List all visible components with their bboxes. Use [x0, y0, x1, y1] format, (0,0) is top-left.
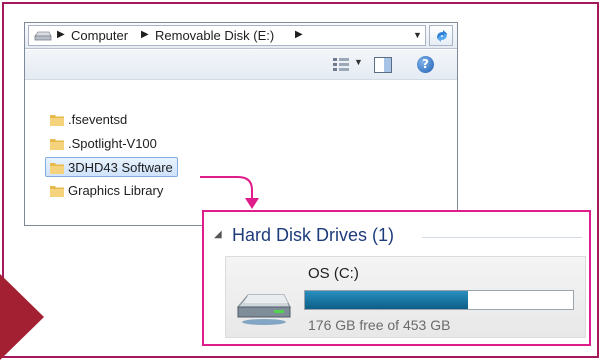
chevron-down-icon[interactable]: ▼ [413, 30, 422, 40]
drive-free-space: 176 GB free of 453 GB [308, 317, 451, 333]
list-item-selected[interactable]: 3DHD43 Software [45, 157, 178, 177]
folder-icon [50, 115, 64, 126]
list-item[interactable]: Graphics Library [46, 181, 167, 201]
views-dropdown-icon[interactable]: ▼ [354, 57, 363, 67]
hdd-group-header[interactable]: ◢ Hard Disk Drives (1) [214, 225, 584, 247]
folder-icon [50, 186, 64, 197]
preview-pane-icon[interactable] [374, 57, 392, 73]
drive-usage-fill [305, 291, 469, 309]
red-arrow-shape [0, 274, 44, 360]
hdd-group-title: Hard Disk Drives (1) [232, 225, 395, 245]
header-divider [422, 237, 582, 238]
explorer-window: ▶ Computer ▶ Removable Disk (E:) ▶ ▼ ▼ ?… [24, 22, 458, 226]
breadcrumb-separator-icon[interactable]: ▶ [57, 29, 65, 40]
address-bar: ▶ Computer ▶ Removable Disk (E:) ▶ ▼ [25, 23, 457, 49]
breadcrumb-separator-icon[interactable]: ▶ [141, 29, 149, 40]
folder-icon [50, 139, 64, 150]
views-icon[interactable] [333, 58, 349, 72]
hard-disk-drives-panel: ◢ Hard Disk Drives (1) OS (C:) 176 GB fr… [202, 210, 591, 346]
file-list: .fseventsd .Spotlight-V100 3DHD43 Softwa… [25, 81, 457, 225]
refresh-icon [437, 30, 447, 42]
file-name: .fseventsd [68, 112, 128, 127]
address-field[interactable]: ▶ Computer ▶ Removable Disk (E:) ▶ ▼ [28, 25, 426, 46]
drive-name: OS (C:) [308, 265, 359, 282]
drive-tile-c[interactable]: OS (C:) 176 GB free of 453 GB [225, 256, 586, 338]
breadcrumb-computer[interactable]: Computer [71, 28, 128, 43]
breadcrumb-removable-disk[interactable]: Removable Disk (E:) [155, 28, 274, 43]
file-name: Graphics Library [68, 183, 164, 198]
collapse-triangle-icon[interactable]: ◢ [214, 229, 222, 240]
refresh-button[interactable] [429, 25, 453, 46]
removable-drive-icon [34, 31, 52, 41]
list-item[interactable]: .fseventsd [46, 110, 131, 130]
breadcrumb-separator-icon[interactable]: ▶ [295, 29, 303, 40]
list-item[interactable]: .Spotlight-V100 [46, 134, 161, 154]
file-name: .Spotlight-V100 [68, 136, 157, 151]
folder-icon [50, 163, 64, 174]
command-bar: ▼ ? [25, 50, 457, 80]
help-icon[interactable]: ? [417, 56, 434, 73]
drive-usage-bar [304, 290, 574, 310]
file-name: 3DHD43 Software [68, 160, 173, 175]
hard-drive-icon [236, 294, 291, 325]
